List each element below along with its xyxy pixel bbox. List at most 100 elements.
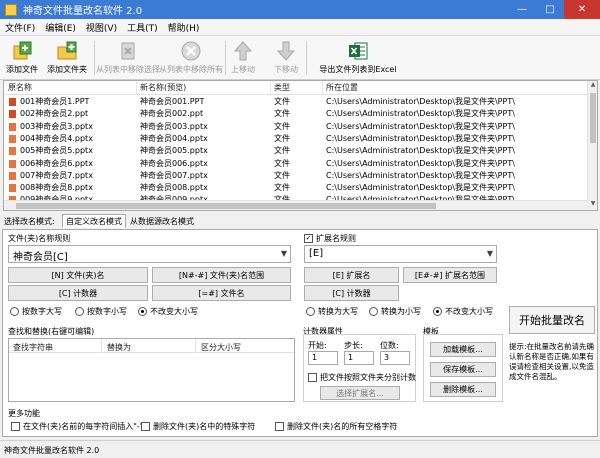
column-type[interactable]: 类型 xyxy=(274,82,290,93)
ext-keepcase-radio[interactable]: 不改变大小写 xyxy=(433,306,493,317)
name-lowercase-radio[interactable]: 按数字小写 xyxy=(75,306,127,317)
export-excel-button[interactable]: 导出文件列表到Excel xyxy=(311,38,405,78)
menu-edit[interactable]: 编辑(E) xyxy=(40,21,81,34)
remove-selected-button[interactable]: 从列表中移除选择 xyxy=(96,38,160,78)
column-match-case[interactable]: 区分大小写 xyxy=(201,342,241,353)
column-separator[interactable] xyxy=(270,81,271,95)
name-rule-combo[interactable]: 神奇会员[C] ▼ xyxy=(8,245,291,263)
radio-dot xyxy=(10,307,19,316)
ppt-file-icon xyxy=(9,184,16,193)
file-list[interactable]: 原名称 新名称(预览) 类型 所在位置 001神奇会员1.PPT 神奇会员001.… xyxy=(3,80,598,211)
cell-type: 文件 xyxy=(274,97,290,106)
ext-uppercase-radio[interactable]: 转换为大写 xyxy=(306,306,358,317)
radio-dot xyxy=(75,307,84,316)
insert-extension-range-button[interactable]: [E#-#] 扩展名范围 xyxy=(403,267,497,283)
horizontal-scrollbar[interactable] xyxy=(4,200,588,210)
menu-file[interactable]: 文件(F) xyxy=(0,21,40,34)
table-row[interactable]: 004神奇会员4.pptx 神奇会员004.pptx 文件 C:\Users\Admi… xyxy=(4,133,588,145)
menu-bar: 文件(F) 编辑(E) 视图(V) 工具(T) 帮助(H) xyxy=(0,19,600,36)
table-row[interactable]: 002神奇会员2.ppt 神奇会员002.ppt 文件 C:\Users\Admini… xyxy=(4,108,588,120)
save-template-button[interactable]: 保存模板... xyxy=(430,362,496,377)
excel-icon xyxy=(349,42,368,60)
insert-extension-button[interactable]: [E] 扩展名 xyxy=(304,267,399,283)
mode-tabs: 选择改名模式: 自定义改名模式 从数据源改名模式 xyxy=(0,213,600,229)
cell-new: 神奇会员008.pptx xyxy=(140,183,208,193)
menu-help[interactable]: 帮助(H) xyxy=(163,21,205,34)
remove-all-button[interactable]: 从列表中移除所有 xyxy=(159,38,223,78)
insert-filename-range-button[interactable]: [N#-#] 文件(夹)名范围 xyxy=(152,267,291,283)
insert-dash-checkbox[interactable]: 在文件(夹)名前的每字符间插入"-" xyxy=(11,421,144,432)
per-folder-checkbox[interactable]: 把文件按照文件夹分别计数 xyxy=(308,372,416,383)
start-rename-button[interactable]: 开始批量改名 xyxy=(509,306,595,334)
remove-special-checkbox[interactable]: 删除文件(夹)名中的特殊字符 xyxy=(141,421,255,432)
tab-custom-mode[interactable]: 自定义改名模式 xyxy=(62,214,126,228)
ext-rule-combo[interactable]: [E] ▼ xyxy=(304,245,497,263)
add-file-button[interactable]: 添加文件 xyxy=(4,38,40,78)
cell-name: 005神奇会员5.pptx xyxy=(20,146,93,156)
column-separator[interactable] xyxy=(101,339,102,353)
table-row[interactable]: 005神奇会员5.pptx 神奇会员005.pptx 文件 C:\Users\Admi… xyxy=(4,145,588,157)
table-row[interactable]: 007神奇会员7.pptx 神奇会员007.pptx 文件 C:\Users\Admi… xyxy=(4,170,588,182)
name-uppercase-radio[interactable]: 按数字大写 xyxy=(10,306,62,317)
table-row[interactable]: 006神奇会员6.pptx 神奇会员006.pptx 文件 C:\Users\Admi… xyxy=(4,158,588,170)
chevron-down-icon[interactable]: ▼ xyxy=(281,249,287,258)
scroll-thumb[interactable] xyxy=(590,93,596,143)
insert-name-button[interactable]: [=#] 文件名 xyxy=(152,285,291,301)
column-new-name[interactable]: 新名称(预览) xyxy=(140,82,186,93)
remove-spaces-checkbox[interactable]: 删除文件(夹)名的所有空格字符 xyxy=(275,421,397,432)
status-text: 神奇文件批量改名软件 2.0 xyxy=(4,446,100,455)
maximize-icon[interactable]: □ xyxy=(536,0,564,19)
cell-type: 文件 xyxy=(274,170,290,180)
column-separator[interactable] xyxy=(322,81,323,95)
add-folder-button[interactable]: 添加文件夹 xyxy=(44,38,90,78)
tab-datasource-mode[interactable]: 从数据源改名模式 xyxy=(126,214,198,228)
mode-label: 选择改名模式: xyxy=(4,217,55,226)
cell-name: 008神奇会员8.pptx xyxy=(20,183,93,193)
minimize-icon[interactable]: — xyxy=(508,0,536,19)
select-extension-button[interactable]: 选择扩展名... xyxy=(320,386,400,400)
menu-view[interactable]: 视图(V) xyxy=(81,21,122,34)
name-keepcase-radio[interactable]: 不改变大小写 xyxy=(138,306,198,317)
column-separator[interactable] xyxy=(136,81,137,95)
table-row[interactable]: 008神奇会员8.pptx 神奇会员008.pptx 文件 C:\Users\Admi… xyxy=(4,182,588,194)
cell-path: C:\Users\Administrator\Desktop\我是文件夹\PPT… xyxy=(326,158,515,168)
ext-rule-checkbox[interactable]: ✓ 扩展名规则 xyxy=(304,233,356,244)
radio-dot-selected xyxy=(138,307,147,316)
insert-filename-button[interactable]: [N] 文件(夹)名 xyxy=(8,267,148,283)
cell-path: C:\Users\Administrator\Desktop\我是文件夹\PPT… xyxy=(326,170,515,180)
checkbox-box xyxy=(308,373,317,382)
counter-start-label: 开始: xyxy=(308,341,327,350)
table-row[interactable]: 001神奇会员1.PPT 神奇会员001.PPT 文件 C:\Users\Admini… xyxy=(4,96,588,108)
close-icon[interactable]: ✕ xyxy=(564,0,600,19)
scroll-thumb[interactable] xyxy=(16,203,436,209)
menu-tools[interactable]: 工具(T) xyxy=(122,21,163,34)
counter-step-input[interactable]: 1 xyxy=(344,351,374,365)
column-original-name[interactable]: 原名称 xyxy=(8,82,32,93)
add-folder-icon xyxy=(57,41,77,60)
scroll-up-icon[interactable]: ▲ xyxy=(588,81,597,91)
name-rule-label: 文件(夹)名称规则 xyxy=(8,234,71,243)
name-rule-value: 神奇会员[C] xyxy=(13,252,68,263)
tip-text: 提示:在批量改名前请先确认新名称是否正确,如果有误请检查相关设置,以免造成文件名… xyxy=(509,342,595,381)
scroll-down-icon[interactable]: ▼ xyxy=(588,200,597,210)
move-down-button[interactable]: 下移动 xyxy=(271,38,301,78)
column-location[interactable]: 所在位置 xyxy=(326,82,358,93)
delete-template-button[interactable]: 删除模板... xyxy=(430,382,496,397)
counter-digits-input[interactable]: 3 xyxy=(380,351,410,365)
move-up-button[interactable]: 上移动 xyxy=(228,38,258,78)
column-replace[interactable]: 替换为 xyxy=(107,342,131,353)
replace-table[interactable]: 查找字符串 替换为 区分大小写 xyxy=(8,338,295,402)
check-icon: ✓ xyxy=(304,234,313,243)
ppt-file-icon xyxy=(9,122,16,131)
column-separator[interactable] xyxy=(195,339,196,353)
insert-counter-button[interactable]: [C] 计数器 xyxy=(8,285,148,301)
counter-start-input[interactable]: 1 xyxy=(308,351,338,365)
load-template-button[interactable]: 加载模板... xyxy=(430,342,496,357)
move-down-icon xyxy=(276,41,296,61)
insert-ext-counter-button[interactable]: [C] 计数器 xyxy=(304,285,399,301)
column-find[interactable]: 查找字符串 xyxy=(13,342,53,353)
table-row[interactable]: 003神奇会员3.pptx 神奇会员003.pptx 文件 C:\Users\Admi… xyxy=(4,121,588,133)
vertical-scrollbar[interactable]: ▲ ▼ xyxy=(587,81,597,210)
ext-lowercase-radio[interactable]: 转换为小写 xyxy=(369,306,421,317)
chevron-down-icon[interactable]: ▼ xyxy=(487,249,493,258)
